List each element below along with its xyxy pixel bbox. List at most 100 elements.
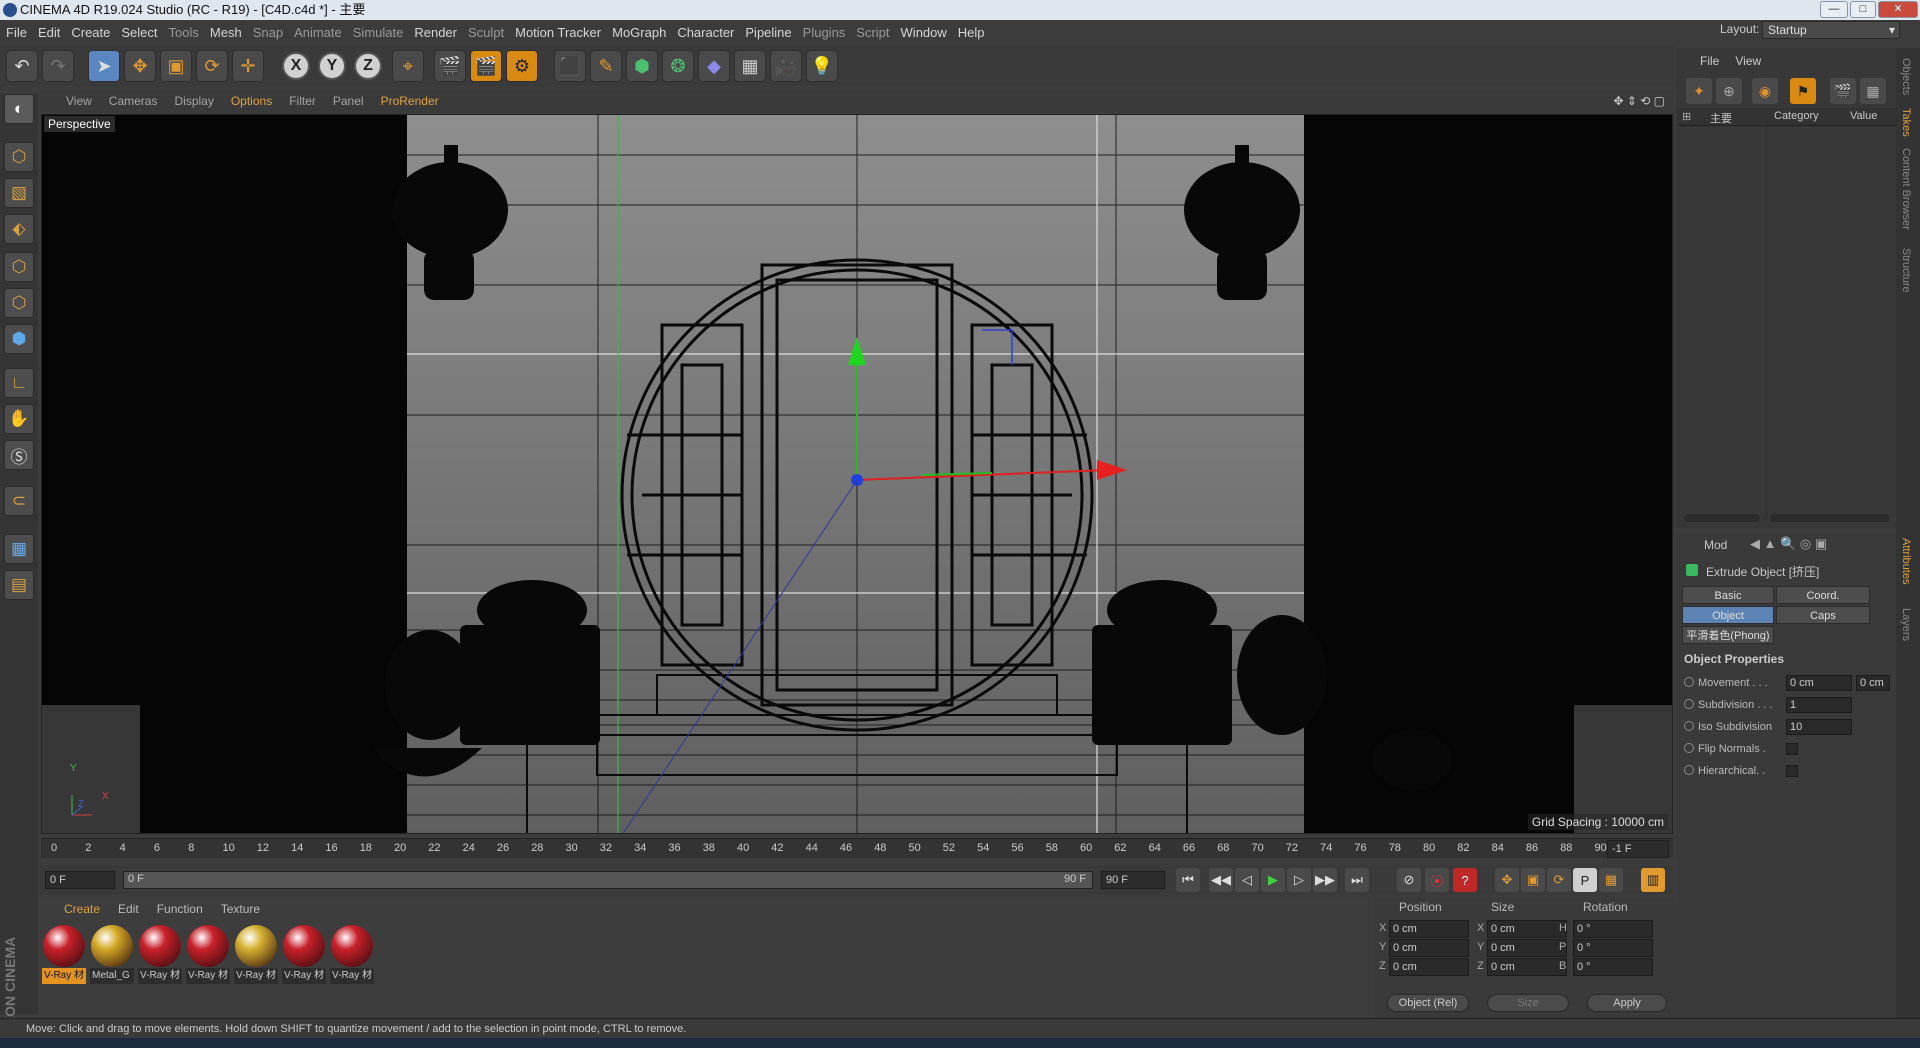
viewport-menu-display[interactable]: Display [174, 94, 213, 108]
animation-dot-icon[interactable] [1684, 677, 1694, 687]
layout-select[interactable]: Startup ▾ [1762, 21, 1900, 39]
next-frame-icon[interactable]: ▷ [1287, 868, 1311, 892]
close-button[interactable]: ✕ [1878, 1, 1918, 18]
max-frame-field[interactable]: 90 F [1101, 871, 1165, 889]
workplane-mode-icon[interactable]: ⬖ [4, 214, 34, 244]
apply-button[interactable]: Apply [1587, 994, 1667, 1012]
menu-help[interactable]: Help [958, 25, 985, 40]
live-selection-icon[interactable]: ✛ [232, 50, 264, 82]
points-mode-icon[interactable]: ⬡ [4, 252, 34, 282]
object-menu-view[interactable]: View [1735, 54, 1761, 68]
menu-edit[interactable]: Edit [38, 25, 60, 40]
material-swatch[interactable]: V-Ray 材 [282, 924, 326, 986]
position-key-icon[interactable]: ✥ [1495, 868, 1519, 892]
rotation-key-icon[interactable]: ⟳ [1547, 868, 1571, 892]
render-settings-icon[interactable]: ⚙ [506, 50, 538, 82]
z-axis-lock-button[interactable]: Z [354, 52, 382, 80]
material-swatch[interactable]: V-Ray 材 [186, 924, 230, 986]
viewport-menu-panel[interactable]: Panel [333, 94, 364, 108]
material-swatch[interactable]: Metal_G [90, 924, 134, 986]
attribute-mode-menu[interactable]: Mod [1704, 538, 1727, 552]
property-checkbox[interactable] [1786, 765, 1798, 777]
auto-keying-icon[interactable]: ⦿ [1425, 868, 1449, 892]
animation-dot-icon[interactable] [1684, 721, 1694, 731]
override-icon[interactable]: ⊕ [1716, 78, 1742, 104]
frame-range-slider[interactable]: 0 F 90 F [123, 871, 1093, 889]
menu-mesh[interactable]: Mesh [210, 25, 242, 40]
side-tab-layers[interactable]: Layers [1900, 608, 1912, 641]
coordinate-value-field[interactable]: 0 cm [1487, 939, 1567, 957]
scale-key-icon[interactable]: ▣ [1521, 868, 1545, 892]
cloner-icon[interactable]: ❂ [662, 50, 694, 82]
render-view-icon[interactable]: 🎬 [434, 50, 466, 82]
side-tab-content-browser[interactable]: Content Browser [1900, 148, 1912, 230]
go-to-end-icon[interactable]: ⏭ [1345, 868, 1369, 892]
viewport-menu-options[interactable]: Options [231, 94, 272, 108]
floor-icon[interactable]: ▦ [734, 50, 766, 82]
property-value-field[interactable]: 1 [1786, 697, 1852, 713]
edges-mode-icon[interactable]: ⬡ [4, 288, 34, 318]
material-menu-create[interactable]: Create [64, 902, 100, 916]
previous-key-icon[interactable]: ◀◀ [1209, 868, 1233, 892]
timeline-window-icon[interactable]: ▥ [1641, 868, 1665, 892]
maximize-button[interactable]: □ [1850, 1, 1876, 18]
size-mode-select[interactable]: Size [1487, 994, 1569, 1012]
redo-button[interactable]: ↷ [42, 50, 74, 82]
pen-spline-icon[interactable]: ✎ [590, 50, 622, 82]
material-swatch[interactable]: V-Ray 材 [138, 924, 182, 986]
texture-mode-icon[interactable]: ▧ [4, 178, 34, 208]
perspective-viewport[interactable]: Y X Z [41, 114, 1673, 834]
material-menu-texture[interactable]: Texture [221, 902, 260, 916]
menu-plugins[interactable]: Plugins [803, 25, 846, 40]
subdivision-surface-icon[interactable]: ⬢ [626, 50, 658, 82]
coordinate-value-field[interactable]: 0 ° [1573, 939, 1653, 957]
side-tab-structure[interactable]: Structure [1900, 248, 1912, 293]
menu-sculpt[interactable]: Sculpt [468, 25, 504, 40]
axis-mode-icon[interactable]: ∟ [4, 368, 34, 398]
property-value-field[interactable]: 10 [1786, 719, 1852, 735]
menu-animate[interactable]: Animate [294, 25, 342, 40]
render-take-icon[interactable]: 🎬 [1830, 78, 1856, 104]
parameter-key-icon[interactable]: P [1573, 868, 1597, 892]
material-menu-edit[interactable]: Edit [118, 902, 139, 916]
tab-phong[interactable]: 平滑着色(Phong) [1682, 626, 1774, 644]
go-to-start-icon[interactable]: ⏮ [1176, 868, 1200, 892]
material-swatch[interactable]: V-Ray 材 [42, 924, 86, 986]
menu-mograph[interactable]: MoGraph [612, 25, 666, 40]
coordinate-mode-select[interactable]: Object (Rel) [1387, 994, 1469, 1012]
takes-icon[interactable]: ✦ [1686, 78, 1712, 104]
coordinate-value-field[interactable]: 0 cm [1389, 920, 1469, 938]
menu-motion-tracker[interactable]: Motion Tracker [515, 25, 601, 40]
menu-create[interactable]: Create [71, 25, 110, 40]
coordinate-value-field[interactable]: 0 cm [1389, 939, 1469, 957]
record-keys-icon[interactable]: ⊘ [1397, 868, 1421, 892]
rotate-tool-icon[interactable]: ⟳ [196, 50, 228, 82]
material-menu-function[interactable]: Function [157, 902, 203, 916]
next-key-icon[interactable]: ▶▶ [1313, 868, 1337, 892]
menu-select[interactable]: Select [121, 25, 157, 40]
selection-tool-icon[interactable]: ➤ [88, 50, 120, 82]
cube-icon[interactable]: ⬛ [554, 50, 586, 82]
side-tab-takes[interactable]: Takes [1900, 108, 1912, 137]
play-icon[interactable]: ▶ [1261, 868, 1285, 892]
light-icon[interactable]: 💡 [806, 50, 838, 82]
horizontal-scrollbar-right[interactable] [1770, 514, 1890, 522]
coordinate-value-field[interactable]: 0 cm [1389, 958, 1469, 976]
render-picture-viewer-icon[interactable]: 🎬 [470, 50, 502, 82]
menu-snap[interactable]: Snap [253, 25, 283, 40]
menu-simulate[interactable]: Simulate [353, 25, 404, 40]
solo-mode-icon[interactable]: Ⓢ [4, 440, 34, 470]
keyframe-selection-icon[interactable]: ? [1453, 868, 1477, 892]
navigation-arrows-icon[interactable]: ◀ ▲ 🔍 ◎ ▣ [1750, 536, 1827, 552]
tweak-mode-icon[interactable]: ✋ [4, 404, 34, 434]
model-mode-icon[interactable]: ⬡ [4, 142, 34, 172]
snap-icon[interactable]: ⊂ [4, 486, 34, 516]
menu-window[interactable]: Window [901, 25, 947, 40]
point-level-key-icon[interactable]: ▦ [1599, 868, 1623, 892]
object-menu-file[interactable]: File [1700, 54, 1719, 68]
animation-dot-icon[interactable] [1684, 699, 1694, 709]
tab-coord[interactable]: Coord. [1776, 586, 1870, 604]
material-swatch[interactable]: V-Ray 材 [234, 924, 278, 986]
coordinate-system-icon[interactable]: ⌖ [392, 50, 424, 82]
x-axis-lock-button[interactable]: X [282, 52, 310, 80]
